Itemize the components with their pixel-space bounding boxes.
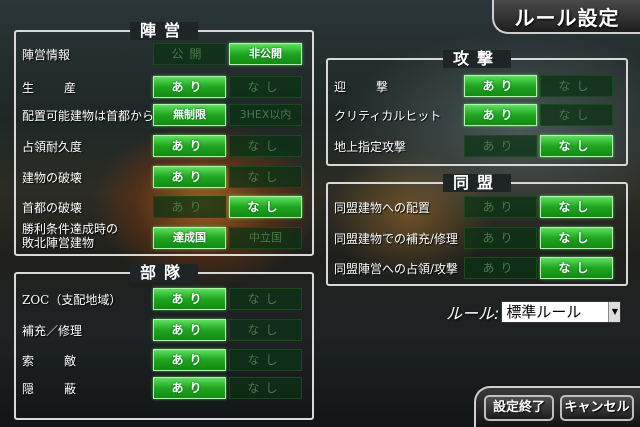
alliance-row-label: 同盟建物での補充/修理 xyxy=(334,232,459,246)
finish-settings-button[interactable]: 設定終了 xyxy=(484,395,554,421)
units-option-button[interactable]: あり xyxy=(153,288,226,310)
faction-row-label: 勝利条件達成時の 敗北陣営建物 xyxy=(22,222,118,250)
faction-row-label: 建物の破壊 xyxy=(22,171,83,185)
alliance-option-button[interactable]: なし xyxy=(540,227,613,249)
units-option-button[interactable]: あり xyxy=(153,377,226,399)
faction-option-button[interactable]: 公開 xyxy=(153,43,226,65)
faction-row-label: 生産 xyxy=(22,81,107,95)
attack-option-button[interactable]: あり xyxy=(464,104,537,126)
faction-option-button[interactable]: なし xyxy=(229,166,302,188)
alliance-row-label: 同盟建物への配置 xyxy=(334,201,431,215)
chevron-down-icon[interactable]: ▼ xyxy=(608,302,621,322)
rule-label: ルール: xyxy=(446,304,500,323)
rule-select-value: 標準ルール xyxy=(506,303,582,321)
units-option-button[interactable]: なし xyxy=(229,288,302,310)
alliance-title: 同盟 xyxy=(442,174,512,192)
units-option-button[interactable]: なし xyxy=(229,349,302,371)
faction-option-button[interactable]: 無制限 xyxy=(153,104,226,126)
attack-row-label: 迎撃 xyxy=(334,80,419,94)
title-tab: ルール設定 xyxy=(492,0,640,34)
page-title: ルール設定 xyxy=(514,5,620,30)
attack-option-button[interactable]: なし xyxy=(540,75,613,97)
units-title: 部隊 xyxy=(129,264,199,282)
units-row-label: 隠蔽 xyxy=(22,382,107,396)
attack-title: 攻撃 xyxy=(442,50,512,68)
faction-option-button[interactable]: 3HEX以内 xyxy=(229,104,302,126)
faction-row-label: 占領耐久度 xyxy=(22,140,83,154)
units-row-label: 索敵 xyxy=(22,354,107,368)
alliance-option-button[interactable]: あり xyxy=(464,257,537,279)
attack-option-button[interactable]: なし xyxy=(540,135,613,157)
alliance-row-label: 同盟陣営への占領/攻撃 xyxy=(334,262,459,276)
faction-option-button[interactable]: あり xyxy=(153,166,226,188)
faction-row-label: 首都の破壊 xyxy=(22,201,83,215)
faction-row-label: 配置可能建物は首都から xyxy=(22,109,155,123)
faction-option-button[interactable]: なし xyxy=(229,76,302,98)
faction-option-button[interactable]: なし xyxy=(229,196,302,218)
attack-option-button[interactable]: なし xyxy=(540,104,613,126)
faction-option-button[interactable]: あり xyxy=(153,196,226,218)
rule-select-group: ルール: 標準ルール ▼ xyxy=(446,300,622,324)
attack-row-label: クリティカルヒット xyxy=(334,109,442,123)
faction-row-label: 陣営情報 xyxy=(22,48,71,62)
alliance-option-button[interactable]: あり xyxy=(464,227,537,249)
alliance-option-button[interactable]: なし xyxy=(540,257,613,279)
units-row-label: ZOC（支配地域） xyxy=(22,293,122,307)
units-option-button[interactable]: なし xyxy=(229,319,302,341)
attack-option-button[interactable]: あり xyxy=(464,135,537,157)
faction-option-button[interactable]: あり xyxy=(153,135,226,157)
units-option-button[interactable]: あり xyxy=(153,319,226,341)
faction-row-label-line: 敗北陣営建物 xyxy=(22,236,95,250)
faction-option-button[interactable]: 非公開 xyxy=(229,43,302,65)
faction-row-label-line: 勝利条件達成時の xyxy=(22,222,119,236)
faction-option-button[interactable]: なし xyxy=(229,135,302,157)
units-option-button[interactable]: なし xyxy=(229,377,302,399)
attack-row-label: 地上指定攻撃 xyxy=(334,140,407,154)
attack-option-button[interactable]: あり xyxy=(464,75,537,97)
faction-option-button[interactable]: 中立国 xyxy=(229,227,302,249)
alliance-option-button[interactable]: あり xyxy=(464,196,537,218)
faction-option-button[interactable]: 達成国 xyxy=(153,227,226,249)
units-option-button[interactable]: あり xyxy=(153,349,226,371)
rule-select[interactable]: 標準ルール ▼ xyxy=(501,301,622,323)
cancel-button[interactable]: キャンセル xyxy=(560,395,634,421)
faction-title: 陣営 xyxy=(129,22,199,40)
alliance-option-button[interactable]: なし xyxy=(540,196,613,218)
units-row-label: 補充／修理 xyxy=(22,324,83,338)
faction-option-button[interactable]: あり xyxy=(153,76,226,98)
